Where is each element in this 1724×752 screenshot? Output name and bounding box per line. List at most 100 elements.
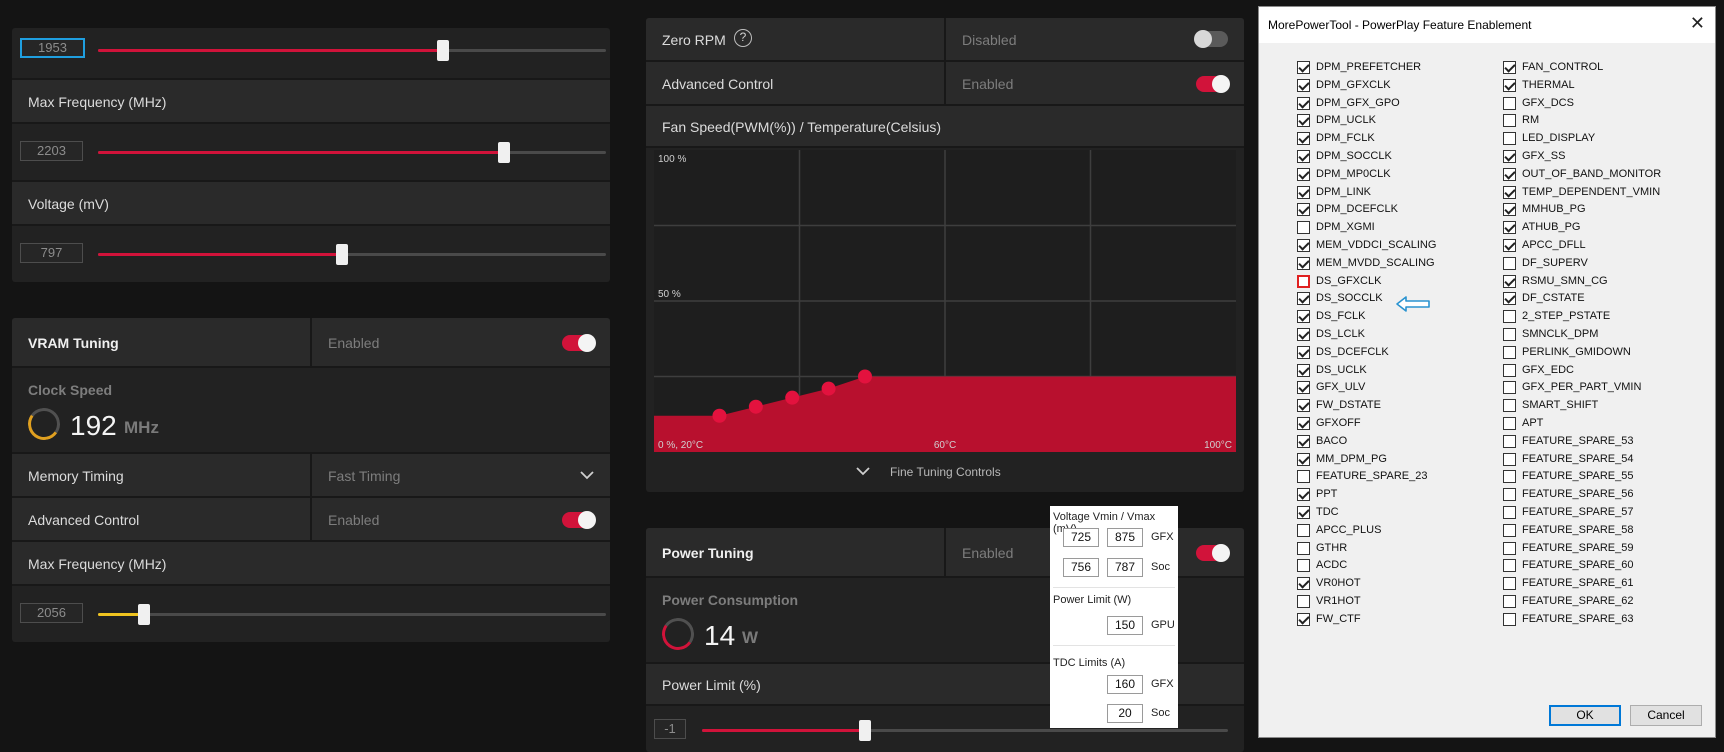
checkbox-box[interactable] bbox=[1503, 114, 1516, 128]
checkbox-box[interactable] bbox=[1503, 399, 1516, 413]
checkbox-box[interactable] bbox=[1503, 506, 1516, 519]
fan-advanced-toggle[interactable] bbox=[1196, 75, 1230, 93]
checkbox-box[interactable] bbox=[1297, 345, 1310, 359]
checkbox-box[interactable] bbox=[1503, 470, 1516, 484]
fan-curve-point[interactable] bbox=[857, 369, 872, 384]
checkbox-box[interactable] bbox=[1297, 132, 1310, 146]
fan-curve-point[interactable] bbox=[748, 399, 763, 414]
max-frequency-thumb[interactable] bbox=[498, 142, 511, 163]
checkbox-box[interactable] bbox=[1297, 185, 1310, 199]
checkbox-box[interactable] bbox=[1297, 256, 1310, 270]
tdc-gfx-input[interactable]: 160 bbox=[1107, 675, 1143, 694]
top-slider[interactable] bbox=[98, 40, 606, 61]
checkbox-box[interactable] bbox=[1503, 577, 1516, 591]
checkbox-box[interactable] bbox=[1503, 381, 1516, 395]
checkbox-box[interactable] bbox=[1503, 452, 1516, 466]
max-frequency-input[interactable]: 2203 bbox=[20, 141, 83, 161]
checkbox-box[interactable] bbox=[1297, 96, 1310, 110]
tdc-soc-input[interactable]: 20 bbox=[1107, 704, 1143, 723]
checkbox-box[interactable] bbox=[1297, 506, 1310, 519]
checkbox-box[interactable] bbox=[1503, 78, 1516, 92]
checkbox-box[interactable] bbox=[1297, 559, 1310, 573]
checkbox-box[interactable] bbox=[1297, 577, 1310, 591]
checkbox-box[interactable] bbox=[1297, 523, 1310, 537]
checkbox-box[interactable] bbox=[1297, 541, 1310, 555]
checkbox-box[interactable] bbox=[1297, 221, 1310, 235]
checkbox-box[interactable] bbox=[1503, 61, 1516, 74]
fan-curve-chart[interactable]: 100 % 50 % 0 %, 20°C 60°C 100°C bbox=[654, 150, 1236, 452]
vram-tuning-toggle[interactable] bbox=[562, 334, 596, 352]
checkbox-box[interactable] bbox=[1503, 310, 1516, 324]
gfx-vmin-input[interactable]: 725 bbox=[1063, 528, 1099, 547]
checkbox-box[interactable] bbox=[1297, 363, 1310, 377]
checkbox-box[interactable] bbox=[1503, 132, 1516, 146]
fan-curve-point[interactable] bbox=[821, 381, 836, 396]
checkbox-box[interactable] bbox=[1297, 417, 1310, 430]
checkbox-box[interactable] bbox=[1297, 61, 1310, 74]
checkbox-box[interactable] bbox=[1297, 381, 1310, 395]
power-limit-slider[interactable] bbox=[702, 720, 1228, 741]
checkbox-box[interactable] bbox=[1503, 328, 1516, 341]
checkbox-box[interactable] bbox=[1503, 203, 1516, 217]
checkbox-box[interactable] bbox=[1503, 274, 1516, 288]
memory-timing-select[interactable]: Fast Timing bbox=[328, 468, 400, 484]
vram-advanced-toggle[interactable] bbox=[562, 511, 596, 529]
voltage-thumb[interactable] bbox=[335, 244, 348, 265]
checkbox-box[interactable] bbox=[1503, 595, 1516, 608]
gpu-power-input[interactable]: 150 bbox=[1107, 616, 1143, 635]
chevron-down-icon[interactable] bbox=[580, 470, 594, 480]
checkbox-box[interactable] bbox=[1297, 595, 1310, 608]
fine-tuning-toggle[interactable]: Fine Tuning Controls bbox=[646, 458, 1244, 488]
power-limit-thumb[interactable] bbox=[859, 720, 872, 741]
power-limit-input[interactable]: -1 bbox=[654, 719, 686, 739]
checkbox-box[interactable] bbox=[1297, 78, 1310, 92]
fan-curve-point[interactable] bbox=[712, 408, 727, 423]
soc-vmin-input[interactable]: 756 bbox=[1063, 558, 1099, 577]
max-frequency-slider[interactable] bbox=[98, 142, 606, 163]
checkbox-box[interactable] bbox=[1503, 541, 1516, 555]
checkbox-box[interactable] bbox=[1297, 150, 1310, 163]
checkbox-box[interactable] bbox=[1297, 399, 1310, 413]
close-icon[interactable]: ✕ bbox=[1690, 13, 1705, 34]
checkbox-box[interactable] bbox=[1297, 239, 1310, 252]
checkbox-box[interactable] bbox=[1503, 559, 1516, 573]
checkbox-box[interactable] bbox=[1503, 488, 1516, 502]
checkbox-box[interactable] bbox=[1503, 345, 1516, 359]
fan-curve-point[interactable] bbox=[785, 390, 800, 405]
cancel-button[interactable]: Cancel bbox=[1630, 705, 1702, 726]
checkbox-box[interactable] bbox=[1297, 310, 1310, 324]
vram-max-frequency-slider[interactable] bbox=[98, 604, 606, 625]
checkbox-box[interactable] bbox=[1297, 328, 1310, 341]
soc-vmax-input[interactable]: 787 bbox=[1107, 558, 1143, 577]
checkbox-box[interactable] bbox=[1503, 96, 1516, 110]
vram-max-frequency-input[interactable]: 2056 bbox=[20, 603, 83, 623]
checkbox-box[interactable] bbox=[1297, 434, 1310, 448]
checkbox-box[interactable] bbox=[1503, 256, 1516, 270]
ok-button[interactable]: OK bbox=[1549, 705, 1621, 726]
checkbox-box[interactable] bbox=[1503, 167, 1516, 181]
checkbox-box[interactable] bbox=[1297, 203, 1310, 217]
checkbox-box[interactable] bbox=[1297, 452, 1310, 466]
checkbox-box[interactable] bbox=[1503, 239, 1516, 252]
checkbox-box[interactable] bbox=[1503, 185, 1516, 199]
checkbox-box[interactable] bbox=[1503, 523, 1516, 537]
top-slider-thumb[interactable] bbox=[437, 40, 450, 61]
checkbox-box[interactable] bbox=[1297, 167, 1310, 181]
checkbox-box[interactable] bbox=[1297, 488, 1310, 502]
vram-max-frequency-thumb[interactable] bbox=[137, 604, 150, 625]
checkbox-box[interactable] bbox=[1503, 434, 1516, 448]
checkbox-box[interactable] bbox=[1297, 274, 1310, 288]
help-icon[interactable]: ? bbox=[734, 29, 752, 47]
voltage-slider[interactable] bbox=[98, 244, 606, 265]
checkbox-box[interactable] bbox=[1297, 612, 1310, 626]
checkbox-box[interactable] bbox=[1503, 612, 1516, 626]
gfx-vmax-input[interactable]: 875 bbox=[1107, 528, 1143, 547]
checkbox-box[interactable] bbox=[1297, 114, 1310, 128]
checkbox-box[interactable] bbox=[1297, 470, 1310, 484]
checkbox-box[interactable] bbox=[1503, 417, 1516, 430]
checkbox-box[interactable] bbox=[1503, 363, 1516, 377]
power-tuning-toggle[interactable] bbox=[1196, 544, 1230, 562]
checkbox-box[interactable] bbox=[1503, 221, 1516, 235]
checkbox-box[interactable] bbox=[1503, 150, 1516, 163]
top-value-input[interactable]: 1953 bbox=[20, 38, 85, 58]
